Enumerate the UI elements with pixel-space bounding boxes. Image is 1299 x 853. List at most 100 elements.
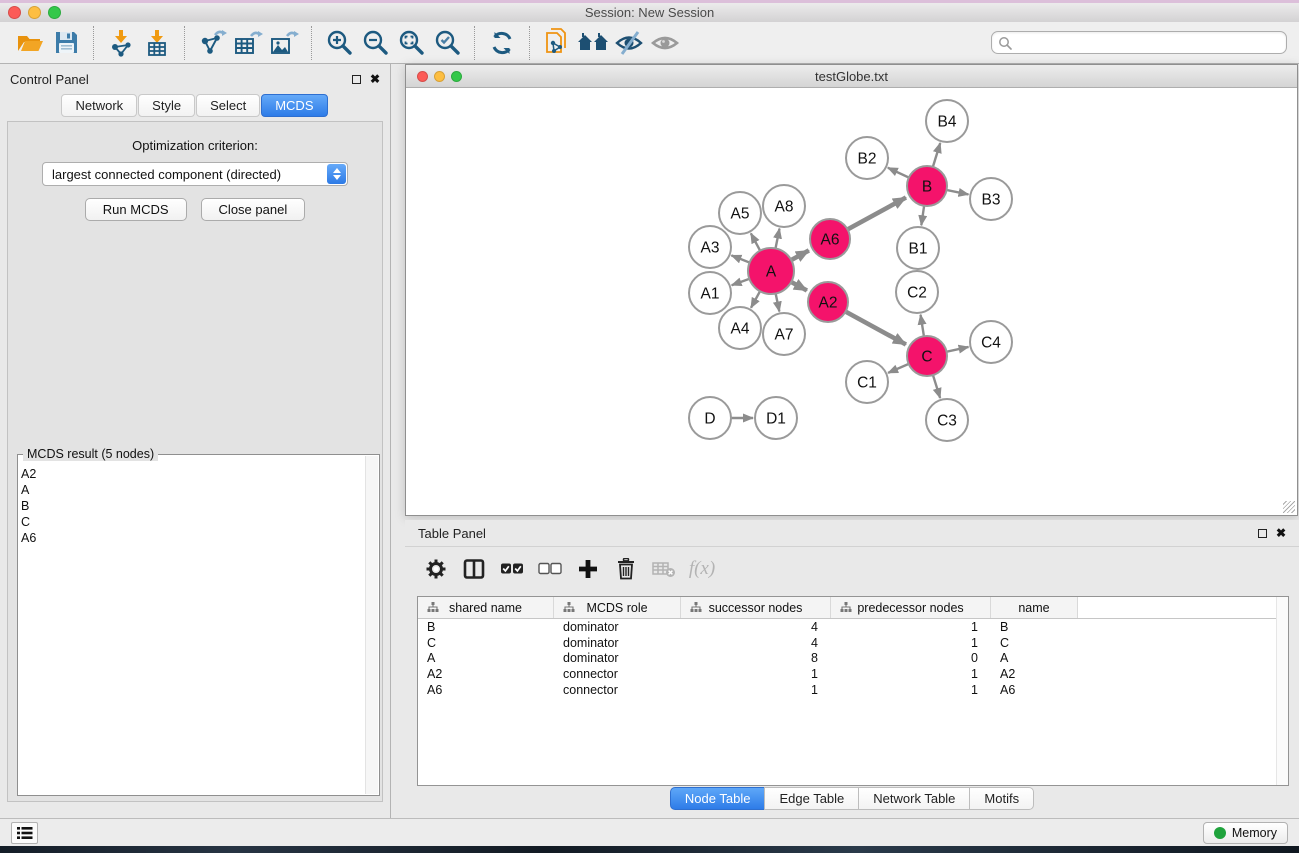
save-session-button[interactable] — [48, 25, 84, 61]
table-cell[interactable]: 4 — [681, 620, 831, 634]
mcds-result-item[interactable]: C — [21, 514, 364, 530]
column-header-successor-nodes[interactable]: successor nodes — [681, 597, 831, 618]
graph-node-D1[interactable]: D1 — [755, 397, 797, 439]
tab-network[interactable]: Network — [61, 94, 137, 117]
table-cell[interactable]: A6 — [991, 683, 1078, 697]
create-column-button[interactable] — [571, 553, 605, 585]
zoom-in-button[interactable] — [321, 25, 357, 61]
table-cell[interactable]: 1 — [831, 683, 991, 697]
table-cell[interactable]: connector — [554, 667, 681, 681]
import-network-button[interactable] — [103, 25, 139, 61]
table-row[interactable]: Bdominator41B — [418, 619, 1288, 635]
table-cell[interactable]: 1 — [831, 667, 991, 681]
table-cell[interactable]: A6 — [418, 683, 554, 697]
graph-node-A2[interactable]: A2 — [808, 282, 848, 322]
table-cell[interactable]: C — [991, 636, 1078, 650]
net-minimize-button[interactable] — [434, 71, 445, 82]
graph-node-A[interactable]: A — [748, 248, 794, 294]
graph-node-C1[interactable]: C1 — [846, 361, 888, 403]
table-scrollbar[interactable] — [1276, 597, 1288, 785]
apply-layout-button[interactable] — [484, 25, 520, 61]
graph-node-B1[interactable]: B1 — [897, 227, 939, 269]
new-network-from-file-button[interactable] — [539, 25, 575, 61]
table-cell[interactable]: 1 — [831, 636, 991, 650]
window-resize-grip[interactable] — [1283, 501, 1295, 513]
close-panel-icon[interactable]: ✖ — [370, 73, 380, 85]
graph-node-B4[interactable]: B4 — [926, 100, 968, 142]
tab-style[interactable]: Style — [138, 94, 195, 117]
tab-select[interactable]: Select — [196, 94, 260, 117]
table-cell[interactable]: A — [418, 651, 554, 665]
memory-button[interactable]: Memory — [1203, 822, 1288, 844]
tab-network-table[interactable]: Network Table — [858, 787, 970, 810]
close-window-button[interactable] — [8, 6, 21, 19]
tab-node-table[interactable]: Node Table — [670, 787, 766, 810]
unselect-all-columns-button[interactable] — [533, 553, 567, 585]
graph-node-A7[interactable]: A7 — [763, 313, 805, 355]
network-canvas[interactable]: B4B2BB3A8A5A6A3B1AC2A1A2A4A7C4CC1DD1C3 — [406, 88, 1297, 515]
table-cell[interactable]: 1 — [831, 620, 991, 634]
tab-mcds[interactable]: MCDS — [261, 94, 327, 117]
float-panel-icon[interactable] — [352, 75, 361, 84]
mcds-result-item[interactable]: B — [21, 498, 364, 514]
table-cell[interactable]: 1 — [681, 667, 831, 681]
zoom-fit-button[interactable] — [393, 25, 429, 61]
column-header-mcds-role[interactable]: MCDS role — [554, 597, 681, 618]
minimize-window-button[interactable] — [28, 6, 41, 19]
tab-edge-table[interactable]: Edge Table — [764, 787, 859, 810]
graph-node-A3[interactable]: A3 — [689, 226, 731, 268]
table-cell[interactable]: dominator — [554, 636, 681, 650]
graph-node-C3[interactable]: C3 — [926, 399, 968, 441]
table-row[interactable]: Cdominator41C — [418, 635, 1288, 651]
mcds-result-item[interactable]: A2 — [21, 466, 364, 482]
table-cell[interactable]: C — [418, 636, 554, 650]
run-mcds-button[interactable]: Run MCDS — [85, 198, 187, 221]
home-button[interactable] — [575, 25, 611, 61]
table-cell[interactable]: A — [991, 651, 1078, 665]
result-scrollbar[interactable] — [365, 456, 378, 794]
search-input[interactable] — [1012, 36, 1280, 50]
column-header-predecessor-nodes[interactable]: predecessor nodes — [831, 597, 991, 618]
task-history-button[interactable] — [11, 822, 38, 844]
zoom-window-button[interactable] — [48, 6, 61, 19]
table-cell[interactable]: B — [418, 620, 554, 634]
zoom-out-button[interactable] — [357, 25, 393, 61]
import-table-button[interactable] — [139, 25, 175, 61]
close-table-panel-icon[interactable]: ✖ — [1276, 527, 1286, 539]
graph-node-A8[interactable]: A8 — [763, 185, 805, 227]
table-cell[interactable]: A2 — [418, 667, 554, 681]
table-row[interactable]: Adominator80A — [418, 651, 1288, 667]
close-panel-button[interactable]: Close panel — [201, 198, 306, 221]
table-cell[interactable]: B — [991, 620, 1078, 634]
column-header-shared-name[interactable]: shared name — [418, 597, 554, 618]
delete-table-button[interactable] — [647, 553, 681, 585]
export-image-button[interactable] — [266, 25, 302, 61]
export-table-button[interactable] — [230, 25, 266, 61]
graph-node-C[interactable]: C — [907, 336, 947, 376]
float-table-panel-icon[interactable] — [1258, 529, 1267, 538]
table-cell[interactable]: connector — [554, 683, 681, 697]
graph-node-B3[interactable]: B3 — [970, 178, 1012, 220]
graph-node-B2[interactable]: B2 — [846, 137, 888, 179]
column-header-name[interactable]: name — [991, 597, 1078, 618]
open-file-button[interactable] — [12, 25, 48, 61]
tab-motifs[interactable]: Motifs — [969, 787, 1034, 810]
show-all-button[interactable] — [647, 25, 683, 61]
select-all-columns-button[interactable] — [495, 553, 529, 585]
table-row[interactable]: A6connector11A6 — [418, 682, 1288, 698]
search-field[interactable] — [991, 31, 1287, 54]
network-graph[interactable]: B4B2BB3A8A5A6A3B1AC2A1A2A4A7C4CC1DD1C3 — [406, 88, 1297, 515]
mcds-result-item[interactable]: A — [21, 482, 364, 498]
graph-node-A4[interactable]: A4 — [719, 307, 761, 349]
show-column-panel-button[interactable] — [457, 553, 491, 585]
table-cell[interactable]: 1 — [681, 683, 831, 697]
net-close-button[interactable] — [417, 71, 428, 82]
table-cell[interactable]: 4 — [681, 636, 831, 650]
mcds-result-item[interactable]: A6 — [21, 530, 364, 546]
graph-node-B[interactable]: B — [907, 166, 947, 206]
graph-node-A6[interactable]: A6 — [810, 219, 850, 259]
delete-columns-button[interactable] — [609, 553, 643, 585]
graph-node-C4[interactable]: C4 — [970, 321, 1012, 363]
function-builder-button[interactable]: f(x) — [685, 553, 719, 585]
table-cell[interactable]: A2 — [991, 667, 1078, 681]
